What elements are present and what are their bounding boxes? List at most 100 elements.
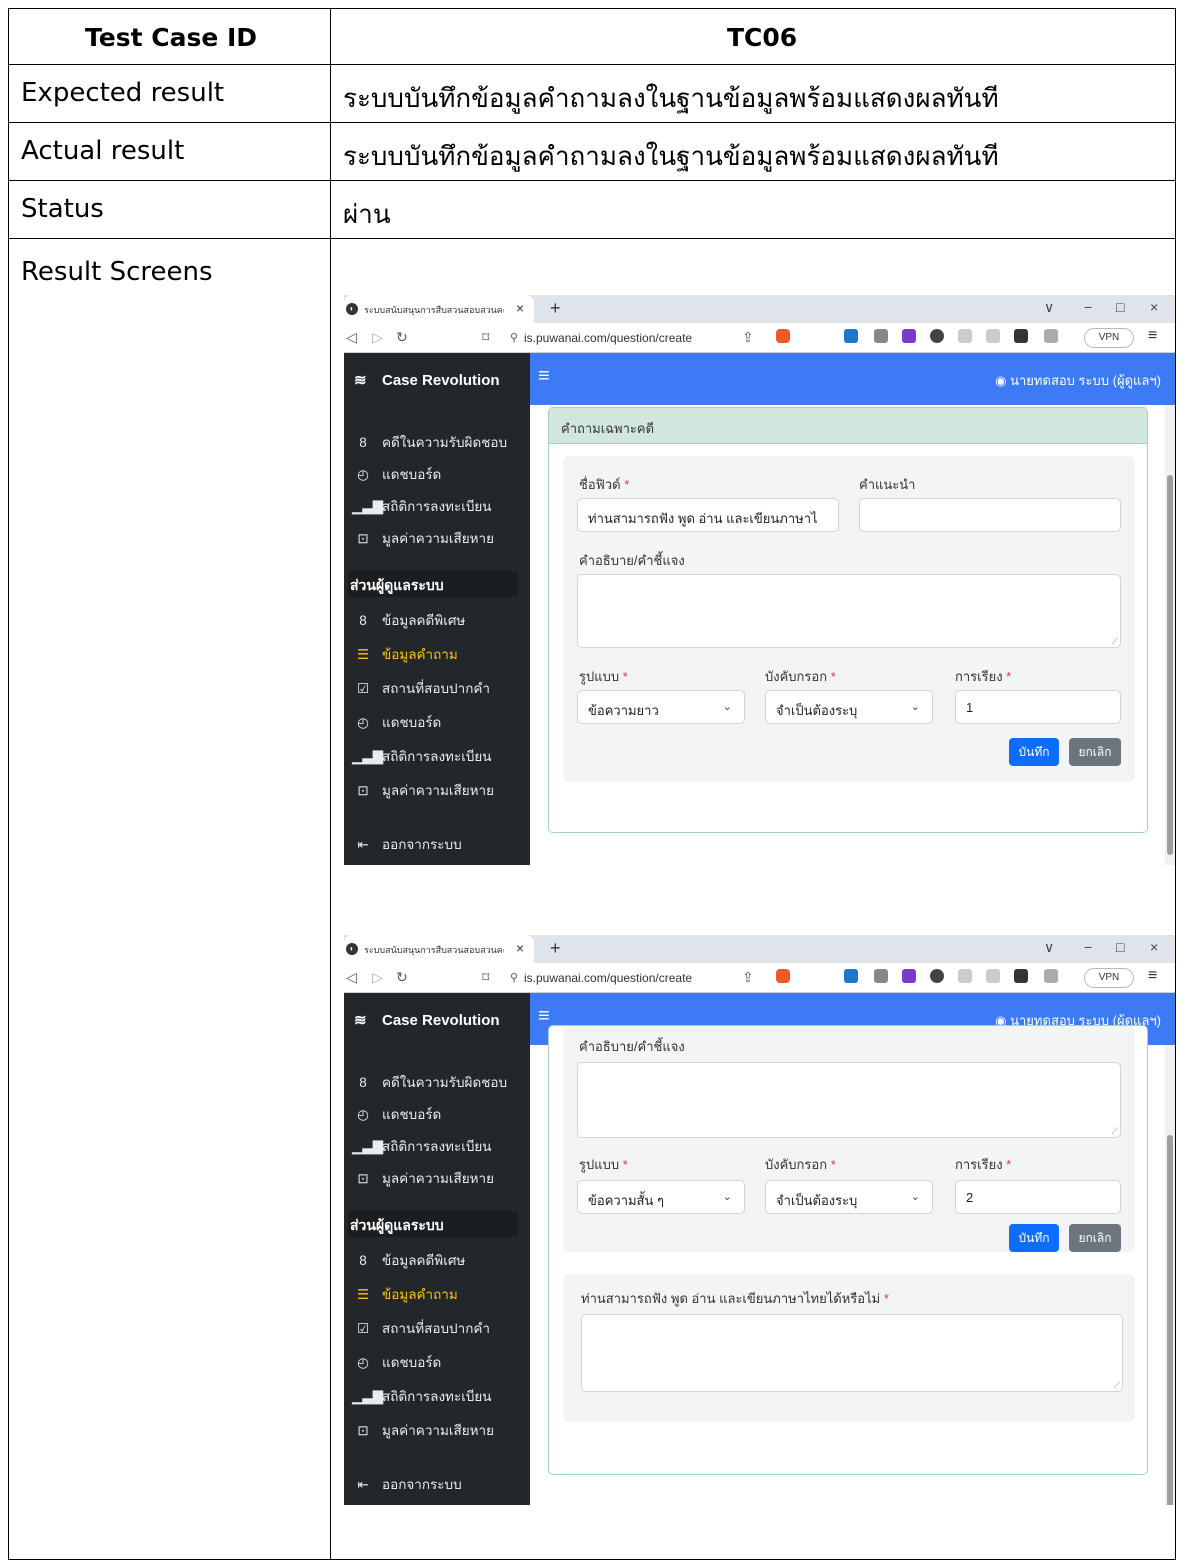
sidebar-toggle-icon[interactable] [1014, 329, 1028, 343]
back-icon[interactable]: ◁ [346, 969, 357, 986]
sidebar-item-label: ข้อมูลคดีพิเศษ [382, 1253, 466, 1268]
tab-title: ระบบสนับสนุนการสืบสวนสอบสวนคดีพิเ [364, 945, 504, 955]
browser-menu-icon[interactable]: ≡ [1148, 327, 1157, 345]
sidebar-item-admin-registration-stats[interactable]: ▁▃▇สถิติการลงทะเบียน [352, 1385, 492, 1407]
order-input[interactable]: 2 [955, 1180, 1121, 1214]
window-close-button[interactable]: × [1150, 299, 1158, 315]
extension-icon[interactable] [902, 969, 916, 983]
type-select[interactable]: ข้อความสั้น ๆ ⌄ [577, 1180, 745, 1214]
hamburger-icon[interactable]: ≡ [538, 365, 550, 388]
share-icon[interactable]: ⇪ [742, 329, 754, 346]
wallet-icon[interactable] [1044, 329, 1058, 343]
type-select[interactable]: ข้อความยาว ⌄ [577, 690, 745, 724]
logout-button[interactable]: ⇤ ออกจากระบบ [352, 1473, 461, 1495]
sidebar-toggle-icon[interactable] [1014, 969, 1028, 983]
puzzle-icon[interactable] [958, 969, 972, 983]
description-textarea[interactable] [577, 1062, 1121, 1138]
sidebar-item-interrogation-places[interactable]: ☑ สถานที่สอบปากคำ [352, 677, 490, 699]
extension-pen-icon[interactable] [844, 329, 858, 343]
site-settings-icon[interactable]: ⚲ [510, 331, 518, 344]
puzzle-icon[interactable] [958, 329, 972, 343]
scrollbar[interactable] [1165, 405, 1175, 865]
extension-icon[interactable] [902, 329, 916, 343]
result-screens-label: Result Screens [21, 257, 213, 287]
sidebar-item-interrogation-places[interactable]: ☑ สถานที่สอบปากคำ [352, 1317, 490, 1339]
browser-tab[interactable]: ◐ ระบบสนับสนุนการสืบสวนสอบสวนคดีพิเ × [344, 935, 534, 963]
forward-icon[interactable]: ▷ [372, 969, 383, 986]
reload-icon[interactable]: ↻ [396, 329, 408, 346]
brave-shield-icon[interactable] [776, 329, 790, 343]
forward-icon[interactable]: ▷ [372, 329, 383, 346]
scrollbar-thumb[interactable] [1167, 475, 1173, 855]
browser-menu-icon[interactable]: ≡ [1148, 967, 1157, 985]
share-icon[interactable]: ⇪ [742, 969, 754, 986]
url-field[interactable]: is.puwanai.com/question/create [524, 971, 692, 985]
maximize-button[interactable]: □ [1116, 939, 1124, 955]
sidebar-item-questions[interactable]: ☰ ข้อมูลคำถาม [352, 643, 458, 665]
vpn-button[interactable]: VPN [1084, 328, 1134, 348]
scrollbar-thumb[interactable] [1167, 1135, 1173, 1505]
brand[interactable]: ≋ Case Revolution [354, 1011, 500, 1029]
logout-button[interactable]: ⇤ ออกจากระบบ [352, 833, 461, 855]
music-icon[interactable] [986, 969, 1000, 983]
wallet-icon[interactable] [1044, 969, 1058, 983]
wp-icon[interactable] [930, 969, 944, 983]
music-icon[interactable] [986, 329, 1000, 343]
save-button[interactable]: บันทึก [1009, 1224, 1059, 1252]
brave-shield-icon[interactable] [776, 969, 790, 983]
extension-pen-icon[interactable] [844, 969, 858, 983]
sidebar-item-my-cases[interactable]: 8 คดีในความรับผิดชอบ [352, 431, 507, 453]
hamburger-icon[interactable]: ≡ [538, 1005, 550, 1028]
maximize-button[interactable]: □ [1116, 299, 1124, 315]
sidebar-item-admin-dashboard[interactable]: ◴ แดชบอร์ด [352, 711, 441, 733]
sidebar-item-registration-stats[interactable]: ▁▃▇สถิติการลงทะเบียน [352, 1135, 492, 1157]
sidebar-item-registration-stats[interactable]: ▁▃▇สถิติการลงทะเบียน [352, 495, 492, 517]
sidebar-item-special-cases[interactable]: 8 ข้อมูลคดีพิเศษ [352, 1249, 465, 1271]
minimize-button[interactable]: − [1084, 299, 1092, 315]
required-select[interactable]: จำเป็นต้องระบุ ⌄ [765, 1180, 933, 1214]
sidebar-item-special-cases[interactable]: 8 ข้อมูลคดีพิเศษ [352, 609, 465, 631]
tab-close-icon[interactable]: × [516, 940, 524, 956]
sidebar-item-admin-dashboard[interactable]: ◴ แดชบอร์ด [352, 1351, 441, 1373]
back-icon[interactable]: ◁ [346, 329, 357, 346]
scrollbar[interactable] [1165, 1045, 1175, 1505]
minimize-button[interactable]: − [1084, 939, 1092, 955]
url-field[interactable]: is.puwanai.com/question/create [524, 331, 692, 345]
brand[interactable]: ≋ Case Revolution [354, 371, 500, 389]
window-close-button[interactable]: × [1150, 939, 1158, 955]
cancel-button[interactable]: ยกเลิก [1069, 1224, 1121, 1252]
sidebar-item-damage-value[interactable]: ⊡ มูลค่าความเสียหาย [352, 1167, 494, 1189]
sidebar-item-dashboard[interactable]: ◴ แดชบอร์ด [352, 463, 441, 485]
camera-icon[interactable] [874, 969, 888, 983]
bookmark-icon[interactable]: ⌑ [482, 329, 489, 346]
tab-search-icon[interactable]: ∨ [1044, 299, 1054, 316]
site-favicon-icon: ◐ [346, 303, 358, 315]
tab-close-icon[interactable]: × [516, 300, 524, 316]
camera-icon[interactable] [874, 329, 888, 343]
required-select[interactable]: จำเป็นต้องระบุ ⌄ [765, 690, 933, 724]
sidebar-item-admin-registration-stats[interactable]: ▁▃▇สถิติการลงทะเบียน [352, 745, 492, 767]
bookmark-icon[interactable]: ⌑ [482, 969, 489, 986]
site-settings-icon[interactable]: ⚲ [510, 971, 518, 984]
cancel-button[interactable]: ยกเลิก [1069, 738, 1121, 766]
sidebar-item-dashboard[interactable]: ◴ แดชบอร์ด [352, 1103, 441, 1125]
description-textarea[interactable] [577, 574, 1121, 648]
preview-answer-textarea[interactable] [581, 1314, 1123, 1392]
order-input[interactable]: 1 [955, 690, 1121, 724]
sidebar-item-admin-damage-value[interactable]: ⊡ มูลค่าความเสียหาย [352, 1419, 494, 1441]
user-menu[interactable]: ◉ นายทดสอบ ระบบ (ผู้ดูแลฯ) [995, 370, 1161, 391]
vpn-button[interactable]: VPN [1084, 968, 1134, 988]
reload-icon[interactable]: ↻ [396, 969, 408, 986]
wp-icon[interactable] [930, 329, 944, 343]
sidebar-item-damage-value[interactable]: ⊡ มูลค่าความเสียหาย [352, 527, 494, 549]
sidebar-item-admin-damage-value[interactable]: ⊡ มูลค่าความเสียหาย [352, 779, 494, 801]
tab-search-icon[interactable]: ∨ [1044, 939, 1054, 956]
new-tab-button[interactable]: + [550, 298, 561, 319]
sidebar-item-my-cases[interactable]: 8 คดีในความรับผิดชอบ [352, 1071, 507, 1093]
hint-input[interactable] [859, 498, 1121, 532]
sidebar-item-questions[interactable]: ☰ ข้อมูลคำถาม [352, 1283, 458, 1305]
new-tab-button[interactable]: + [550, 938, 561, 959]
browser-tab[interactable]: ◐ ระบบสนับสนุนการสืบสวนสอบสวนคดีพิเ × [344, 295, 534, 323]
save-button[interactable]: บันทึก [1009, 738, 1059, 766]
field-name-input[interactable]: ท่านสามารถฟัง พูด อ่าน และเขียนภาษาไ [577, 498, 839, 532]
